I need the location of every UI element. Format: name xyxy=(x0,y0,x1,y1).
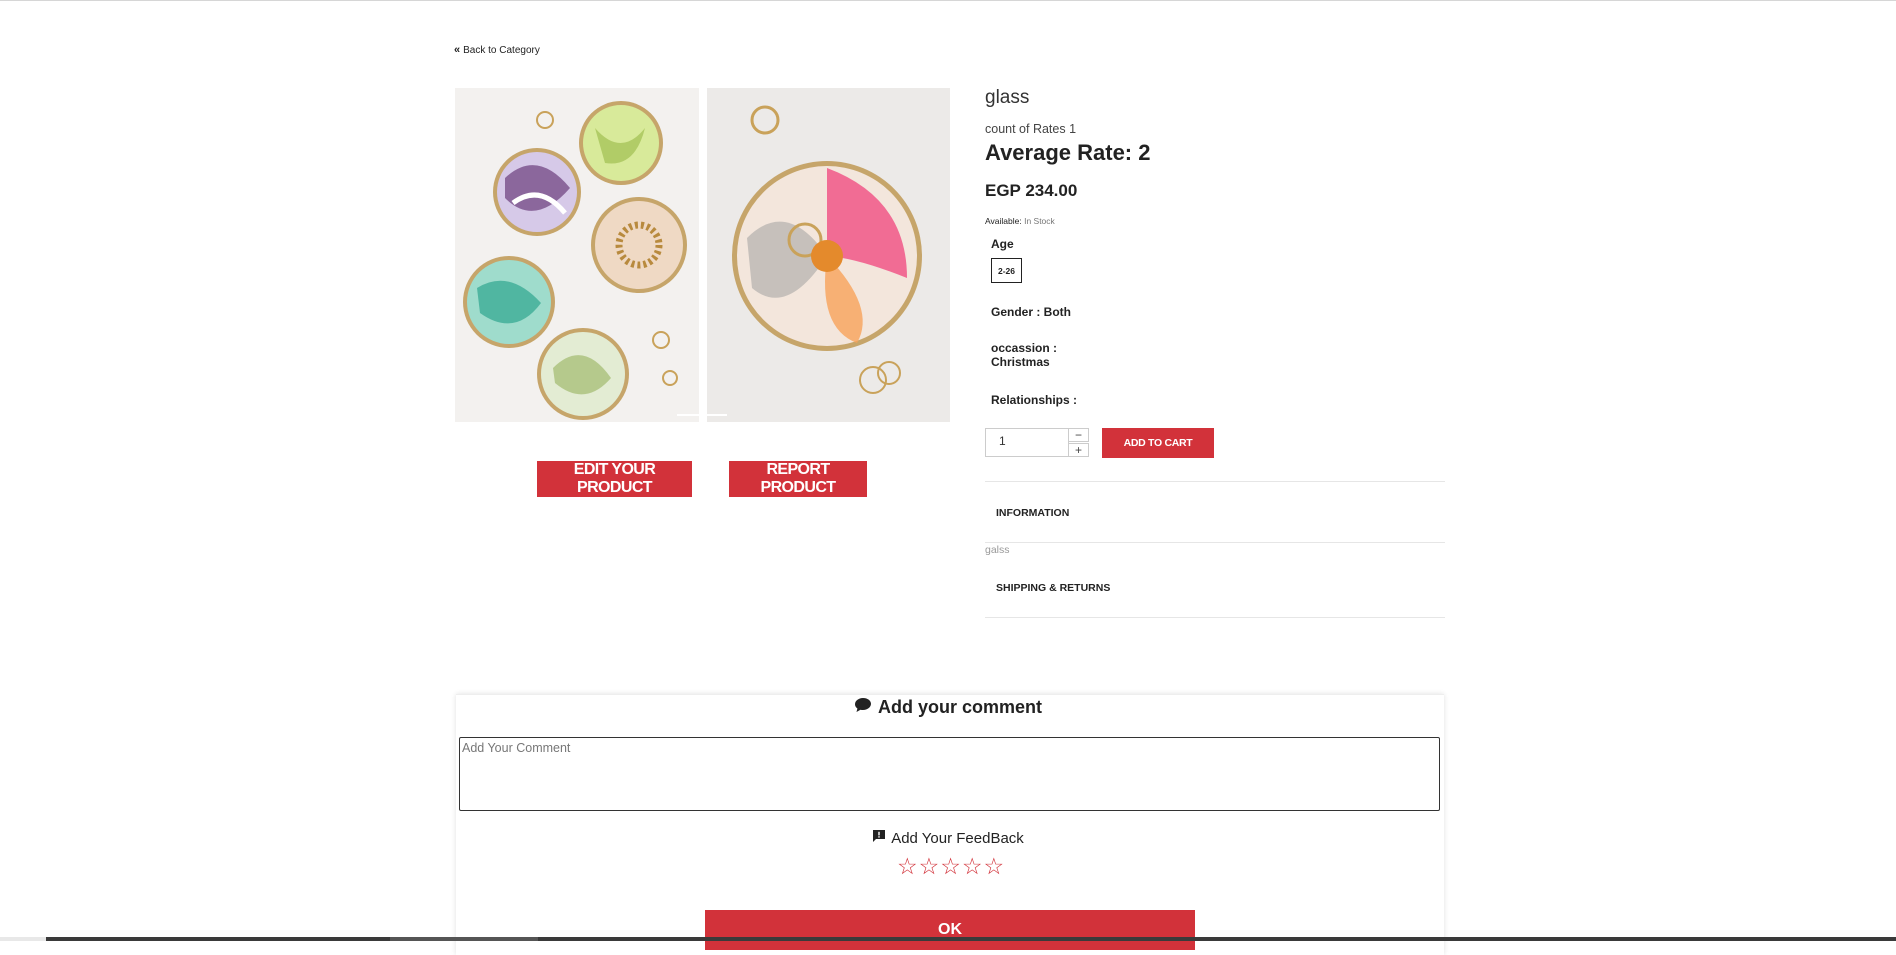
divider xyxy=(985,542,1445,543)
star-outline-icon[interactable]: ☆ xyxy=(919,855,940,879)
tab-shipping-returns[interactable]: SHIPPING & RETURNS xyxy=(996,582,1110,594)
feedback-heading: Add Your FeedBack xyxy=(0,829,1896,847)
comment-heading: Add your comment xyxy=(0,697,1896,718)
age-option[interactable]: 2-26 xyxy=(991,258,1022,283)
ok-button[interactable]: OK xyxy=(705,910,1195,950)
availability-value: In Stock xyxy=(1024,216,1055,226)
taskbar-segment xyxy=(390,937,538,941)
edit-product-button[interactable]: EDIT YOUR PRODUCT xyxy=(537,461,692,497)
product-title: glass xyxy=(985,87,1030,108)
occasion-value: Christmas xyxy=(991,355,1050,369)
star-outline-icon[interactable]: ☆ xyxy=(984,855,1005,879)
information-body: galss xyxy=(985,544,1010,556)
quantity-increase-button[interactable]: + xyxy=(1068,443,1089,457)
star-rating[interactable]: ☆ ☆ ☆ ☆ ☆ xyxy=(897,855,1004,879)
star-outline-icon[interactable]: ☆ xyxy=(940,855,961,879)
report-product-button[interactable]: REPORT PRODUCT xyxy=(729,461,867,497)
quantity-input[interactable]: 1 xyxy=(985,428,1069,457)
gender-label: Gender : Both xyxy=(991,305,1071,319)
occasion-label: occassion : xyxy=(991,341,1058,355)
feedback-title: Add Your FeedBack xyxy=(891,829,1024,847)
age-label: Age xyxy=(991,237,1014,251)
star-outline-icon[interactable]: ☆ xyxy=(897,855,918,879)
comment-icon xyxy=(854,697,872,718)
back-to-category-link[interactable]: « Back to Category xyxy=(454,44,540,57)
divider xyxy=(985,617,1445,618)
comment-title: Add your comment xyxy=(877,697,1042,717)
feedback-icon xyxy=(872,829,886,847)
taskbar xyxy=(0,937,1896,941)
top-border xyxy=(0,0,1896,1)
double-chevron-left-icon: « xyxy=(454,44,461,56)
rates-count: count of Rates 1 xyxy=(985,122,1077,136)
product-image-1[interactable] xyxy=(455,88,699,422)
availability-label: Available: xyxy=(985,216,1022,226)
tab-information[interactable]: INFORMATION xyxy=(996,507,1069,519)
availability: Available: In Stock xyxy=(985,216,1055,226)
divider xyxy=(985,481,1445,482)
comment-textarea[interactable] xyxy=(459,737,1440,811)
add-to-cart-button[interactable]: ADD TO CART xyxy=(1102,428,1214,458)
taskbar-segment xyxy=(0,937,46,941)
product-image-2[interactable] xyxy=(707,88,950,422)
average-rate: Average Rate: 2 xyxy=(985,140,1151,165)
quantity-decrease-button[interactable]: − xyxy=(1068,428,1089,442)
star-outline-icon[interactable]: ☆ xyxy=(962,855,983,879)
relationships-label: Relationships : xyxy=(991,393,1078,407)
product-price: EGP 234.00 xyxy=(985,181,1078,200)
back-link-label: Back to Category xyxy=(463,45,540,56)
